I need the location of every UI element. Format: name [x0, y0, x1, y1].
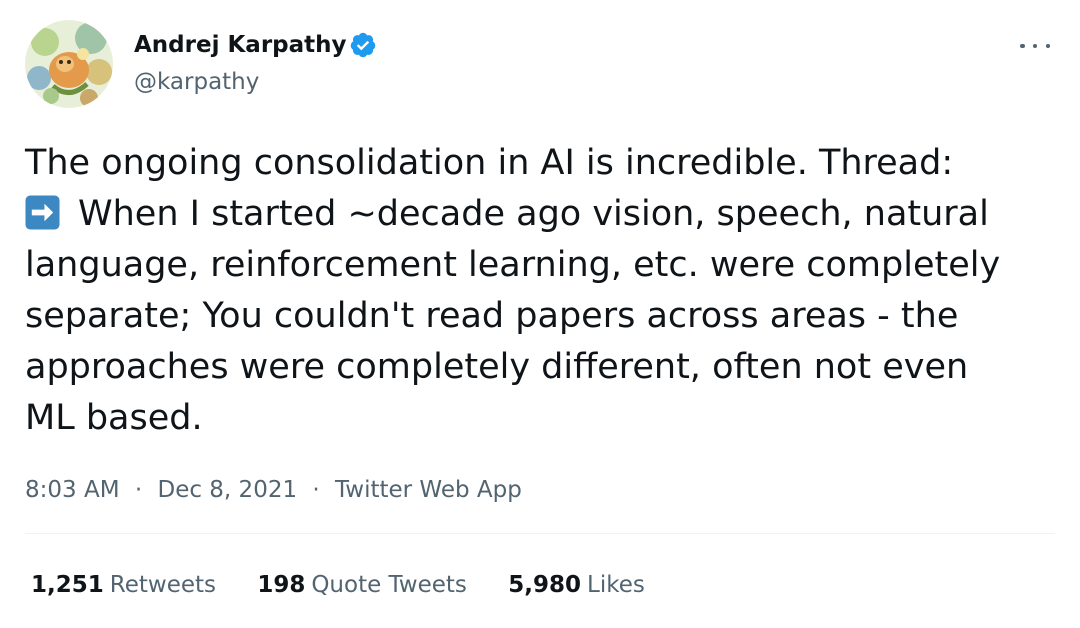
stats-divider: [25, 533, 1055, 534]
tweet-text: The ongoing consolidation in AI is incre…: [25, 138, 1065, 444]
more-dot: [1045, 43, 1050, 49]
quote-tweets-count: 198: [257, 572, 306, 598]
tweet-text-line: approaches were completely different, of…: [25, 347, 969, 387]
author-name[interactable]: Andrej Karpathy: [134, 30, 347, 60]
tweet-stats: 1,251 Retweets 198 Quote Tweets 5,980 Likes: [31, 569, 679, 601]
quote-tweets-stat[interactable]: 198 Quote Tweets: [257, 569, 467, 601]
more-dot: [1032, 43, 1038, 49]
verified-badge-icon: [350, 32, 376, 58]
retweets-count: 1,251: [31, 572, 104, 598]
likes-stat[interactable]: 5,980 Likes: [508, 569, 645, 601]
meta-separator: ·: [312, 477, 320, 503]
more-dot: [1020, 43, 1025, 49]
tweet-source[interactable]: Twitter Web App: [335, 477, 522, 503]
right-arrow-emoji-icon: [25, 195, 60, 230]
avatar-illustration-icon: [25, 20, 113, 108]
likes-label: Likes: [587, 572, 645, 598]
quote-tweets-label: Quote Tweets: [311, 572, 467, 598]
more-options-icon[interactable]: [1017, 36, 1053, 56]
tweet-text-line: When I started ~decade ago vision, speec…: [25, 189, 1065, 240]
tweet-text-line-content: When I started ~decade ago vision, speec…: [78, 194, 989, 234]
tweet-text-line: The ongoing consolidation in AI is incre…: [25, 143, 954, 183]
tweet-time[interactable]: 8:03 AM: [25, 477, 120, 503]
author-avatar[interactable]: [25, 20, 113, 108]
tweet-text-line: language, reinforcement learning, etc. w…: [25, 245, 1001, 285]
tweet-card: Andrej Karpathy @karpathy The ongoing co…: [0, 0, 1080, 628]
likes-count: 5,980: [508, 572, 581, 598]
retweets-label: Retweets: [109, 572, 216, 598]
author-handle[interactable]: @karpathy: [134, 67, 259, 97]
tweet-metadata: 8:03 AM · Dec 8, 2021 · Twitter Web App: [25, 474, 522, 506]
tweet-text-line: ML based.: [25, 398, 203, 438]
tweet-text-line: separate; You couldn't read papers acros…: [25, 296, 959, 336]
retweets-stat[interactable]: 1,251 Retweets: [31, 569, 216, 601]
tweet-date[interactable]: Dec 8, 2021: [157, 477, 297, 503]
meta-separator: ·: [134, 477, 143, 503]
